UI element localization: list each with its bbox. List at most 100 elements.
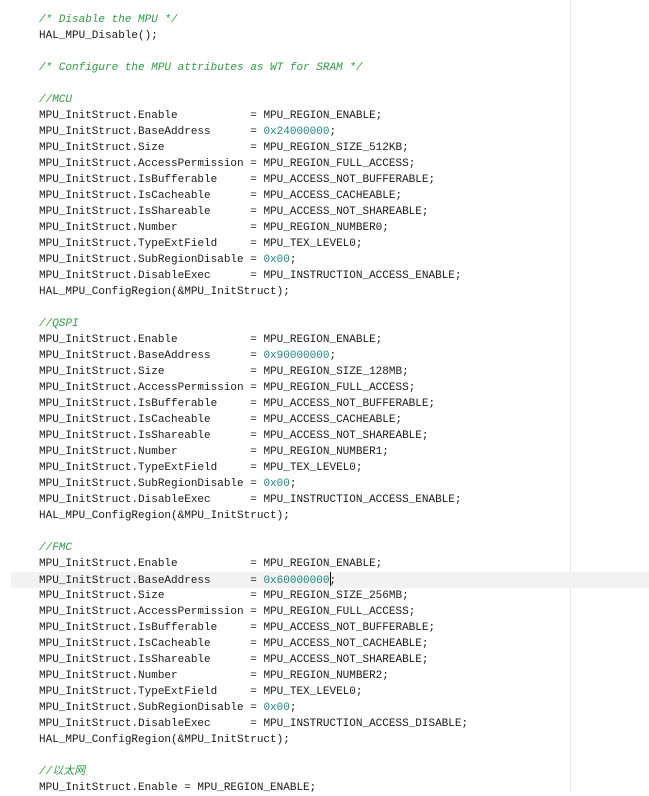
code-line[interactable]: MPU_InitStruct.Size = MPU_REGION_SIZE_25… bbox=[39, 588, 569, 604]
code-editor[interactable]: /* Disable the MPU */HAL_MPU_Disable(); … bbox=[0, 0, 649, 794]
assign-operator: = bbox=[217, 686, 264, 698]
code-line[interactable]: MPU_InitStruct.SubRegionDisable = 0x00; bbox=[39, 700, 569, 716]
code-line[interactable]: HAL_MPU_ConfigRegion(&MPU_InitStruct); bbox=[39, 508, 569, 524]
code-line[interactable]: //以太网 bbox=[39, 764, 569, 780]
code-line[interactable]: MPU_InitStruct.DisableExec = MPU_INSTRUC… bbox=[39, 492, 569, 508]
code-line[interactable]: HAL_MPU_ConfigRegion(&MPU_InitStruct); bbox=[39, 284, 569, 300]
code-line[interactable]: MPU_InitStruct.BaseAddress = 0x90000000; bbox=[39, 348, 569, 364]
semicolon: ; bbox=[355, 686, 363, 698]
assign-target: MPU_InitStruct.Size bbox=[39, 142, 165, 154]
code-line[interactable]: //MCU bbox=[39, 92, 569, 108]
semicolon: ; bbox=[428, 398, 436, 410]
code-line[interactable]: MPU_InitStruct.IsBufferable = MPU_ACCESS… bbox=[39, 620, 569, 636]
blank-line[interactable] bbox=[39, 524, 569, 540]
semicolon: ; bbox=[395, 414, 403, 426]
code-line[interactable]: HAL_MPU_ConfigRegion(&MPU_InitStruct); bbox=[39, 732, 569, 748]
right-margin-guide bbox=[570, 0, 571, 792]
constant-value: MPU_REGION_FULL_ACCESS bbox=[263, 606, 409, 618]
code-line[interactable]: //QSPI bbox=[39, 316, 569, 332]
semicolon: ; bbox=[461, 718, 469, 730]
assign-operator: = bbox=[177, 558, 264, 570]
assign-target: MPU_InitStruct.IsBufferable bbox=[39, 398, 218, 410]
blank-line[interactable] bbox=[39, 748, 569, 764]
semicolon: ; bbox=[329, 350, 337, 362]
constant-value: MPU_REGION_NUMBER1 bbox=[263, 446, 383, 458]
code-line[interactable]: MPU_InitStruct.Size = MPU_REGION_SIZE_12… bbox=[39, 364, 569, 380]
assign-operator: = bbox=[210, 270, 264, 282]
assign-operator: = bbox=[243, 382, 264, 394]
code-statement: MPU_InitStruct.Enable = MPU_REGION_ENABL… bbox=[39, 782, 317, 794]
code-line[interactable]: MPU_InitStruct.TypeExtField = MPU_TEX_LE… bbox=[39, 236, 569, 252]
assign-target: MPU_InitStruct.BaseAddress bbox=[39, 350, 211, 362]
code-line[interactable]: MPU_InitStruct.AccessPermission = MPU_RE… bbox=[39, 604, 569, 620]
code-line[interactable]: MPU_InitStruct.Enable = MPU_REGION_ENABL… bbox=[39, 556, 569, 572]
code-line[interactable]: MPU_InitStruct.BaseAddress = 0x24000000; bbox=[39, 124, 569, 140]
constant-value: MPU_REGION_NUMBER0 bbox=[263, 222, 383, 234]
code-line[interactable]: MPU_InitStruct.Enable = MPU_REGION_ENABL… bbox=[39, 332, 569, 348]
code-line[interactable]: MPU_InitStruct.Number = MPU_REGION_NUMBE… bbox=[39, 220, 569, 236]
semicolon: ; bbox=[375, 110, 383, 122]
blank-line[interactable] bbox=[39, 44, 569, 60]
semicolon: ; bbox=[289, 478, 297, 490]
code-line[interactable]: MPU_InitStruct.DisableExec = MPU_INSTRUC… bbox=[39, 716, 569, 732]
constant-value: MPU_ACCESS_NOT_SHAREABLE bbox=[263, 206, 422, 218]
assign-operator: = bbox=[243, 606, 264, 618]
code-area[interactable]: /* Disable the MPU */HAL_MPU_Disable(); … bbox=[11, 12, 649, 796]
blank-line[interactable] bbox=[39, 300, 569, 316]
constant-value: MPU_INSTRUCTION_ACCESS_ENABLE bbox=[263, 270, 455, 282]
constant-value: MPU_ACCESS_NOT_BUFFERABLE bbox=[263, 622, 429, 634]
assign-target: MPU_InitStruct.AccessPermission bbox=[39, 606, 244, 618]
semicolon: ; bbox=[375, 558, 383, 570]
constant-value: MPU_REGION_SIZE_512KB bbox=[263, 142, 403, 154]
code-line[interactable]: MPU_InitStruct.AccessPermission = MPU_RE… bbox=[39, 380, 569, 396]
assign-operator: = bbox=[217, 398, 264, 410]
code-line[interactable]: MPU_InitStruct.TypeExtField = MPU_TEX_LE… bbox=[39, 460, 569, 476]
assign-target: MPU_InitStruct.IsShareable bbox=[39, 654, 211, 666]
code-line[interactable]: /* Configure the MPU attributes as WT fo… bbox=[39, 60, 569, 76]
assign-operator: = bbox=[210, 718, 264, 730]
constant-value: MPU_REGION_ENABLE bbox=[263, 110, 376, 122]
code-line[interactable]: MPU_InitStruct.IsCacheable = MPU_ACCESS_… bbox=[39, 188, 569, 204]
assign-target: MPU_InitStruct.DisableExec bbox=[39, 494, 211, 506]
code-line[interactable]: MPU_InitStruct.Number = MPU_REGION_NUMBE… bbox=[39, 444, 569, 460]
code-line[interactable]: MPU_InitStruct.IsShareable = MPU_ACCESS_… bbox=[39, 428, 569, 444]
semicolon: ; bbox=[289, 254, 297, 266]
constant-value: MPU_REGION_FULL_ACCESS bbox=[263, 158, 409, 170]
assign-target: MPU_InitStruct.IsShareable bbox=[39, 206, 211, 218]
code-line[interactable]: MPU_InitStruct.Size = MPU_REGION_SIZE_51… bbox=[39, 140, 569, 156]
assign-operator: = bbox=[210, 414, 264, 426]
code-line[interactable]: MPU_InitStruct.IsShareable = MPU_ACCESS_… bbox=[39, 652, 569, 668]
assign-target: MPU_InitStruct.AccessPermission bbox=[39, 158, 244, 170]
code-line[interactable]: /* Disable the MPU */ bbox=[39, 12, 569, 28]
assign-target: MPU_InitStruct.IsCacheable bbox=[39, 414, 211, 426]
code-statement: HAL_MPU_Disable(); bbox=[39, 30, 158, 42]
assign-operator: = bbox=[210, 126, 264, 138]
code-line[interactable]: MPU_InitStruct.Enable = MPU_REGION_ENABL… bbox=[39, 780, 569, 796]
semicolon: ; bbox=[408, 606, 416, 618]
code-line[interactable]: HAL_MPU_Disable(); bbox=[39, 28, 569, 44]
code-line[interactable]: MPU_InitStruct.IsBufferable = MPU_ACCESS… bbox=[39, 172, 569, 188]
code-comment: //FMC bbox=[39, 542, 73, 554]
blank-line[interactable] bbox=[39, 76, 569, 92]
code-line[interactable]: MPU_InitStruct.IsCacheable = MPU_ACCESS_… bbox=[39, 412, 569, 428]
assign-operator: = bbox=[210, 575, 264, 587]
code-line[interactable]: MPU_InitStruct.IsBufferable = MPU_ACCESS… bbox=[39, 396, 569, 412]
code-line[interactable]: MPU_InitStruct.IsCacheable = MPU_ACCESS_… bbox=[39, 636, 569, 652]
code-line[interactable]: MPU_InitStruct.Enable = MPU_REGION_ENABL… bbox=[39, 108, 569, 124]
assign-operator: = bbox=[217, 622, 264, 634]
semicolon: ; bbox=[329, 126, 337, 138]
constant-value: MPU_ACCESS_NOT_CACHEABLE bbox=[263, 638, 422, 650]
code-line[interactable]: MPU_InitStruct.SubRegionDisable = 0x00; bbox=[39, 252, 569, 268]
code-statement: HAL_MPU_ConfigRegion(&MPU_InitStruct); bbox=[39, 510, 290, 522]
code-line[interactable]: //FMC bbox=[39, 540, 569, 556]
code-line[interactable]: MPU_InitStruct.Number = MPU_REGION_NUMBE… bbox=[39, 668, 569, 684]
code-line[interactable]: MPU_InitStruct.AccessPermission = MPU_RE… bbox=[39, 156, 569, 172]
code-line[interactable]: MPU_InitStruct.IsShareable = MPU_ACCESS_… bbox=[39, 204, 569, 220]
code-line[interactable]: MPU_InitStruct.SubRegionDisable = 0x00; bbox=[39, 476, 569, 492]
semicolon: ; bbox=[454, 270, 462, 282]
code-line-active[interactable]: MPU_InitStruct.BaseAddress = 0x60000000; bbox=[11, 572, 649, 588]
assign-operator: = bbox=[164, 366, 264, 378]
code-line[interactable]: MPU_InitStruct.TypeExtField = MPU_TEX_LE… bbox=[39, 684, 569, 700]
constant-value: MPU_REGION_ENABLE bbox=[263, 334, 376, 346]
code-line[interactable]: MPU_InitStruct.DisableExec = MPU_INSTRUC… bbox=[39, 268, 569, 284]
